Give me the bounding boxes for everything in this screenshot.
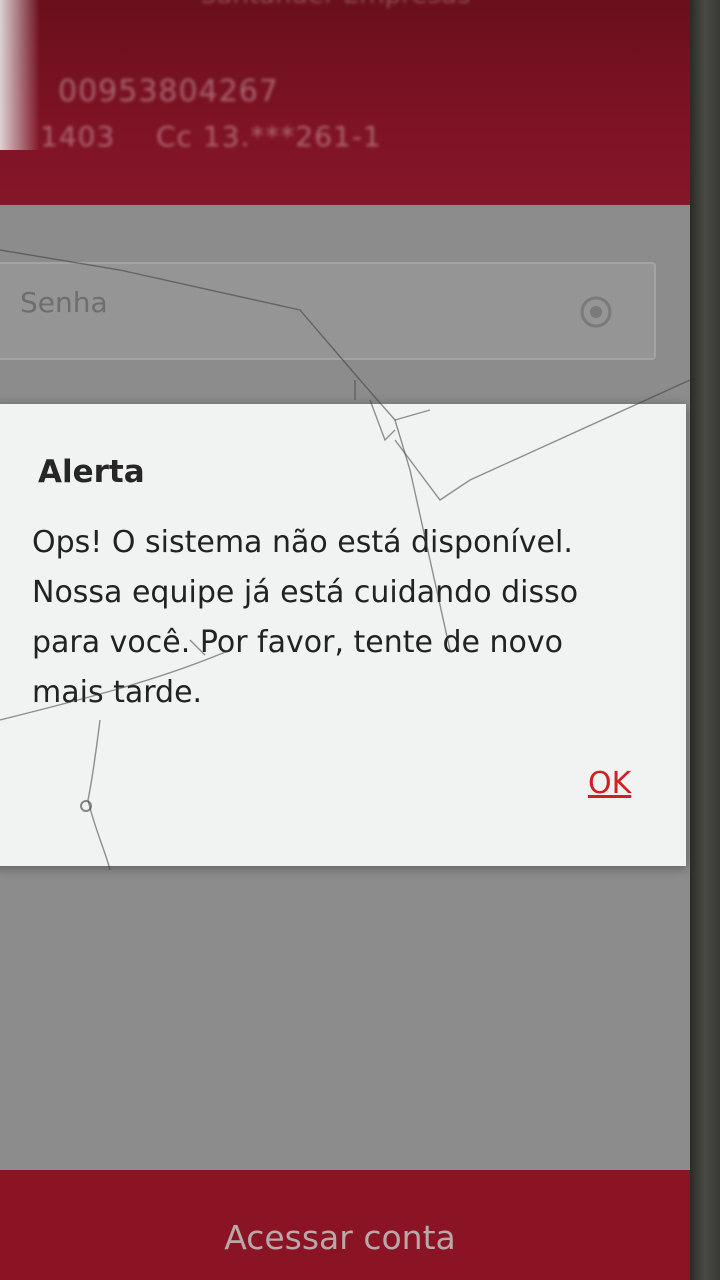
dialog-title: Alerta <box>38 454 145 490</box>
agency-number: 1403 <box>40 120 116 153</box>
account-number: Cc 13.***261-1 <box>156 120 382 153</box>
app-screen: Santander Empresas 00953804267 1403 Cc 1… <box>0 0 690 1280</box>
screen-glare <box>0 0 40 150</box>
account-header: Santander Empresas 00953804267 1403 Cc 1… <box>0 0 690 205</box>
ok-button[interactable]: OK <box>588 766 631 801</box>
dialog-message: Ops! O sistema não está disponível. Noss… <box>32 525 579 710</box>
device-frame-edge <box>690 0 720 1280</box>
eye-icon[interactable] <box>576 292 616 332</box>
account-id: 00953804267 <box>58 74 279 109</box>
password-placeholder: Senha <box>20 286 108 319</box>
brand-name: Santander Empresas <box>200 0 470 10</box>
access-account-label: Acessar conta <box>224 1218 456 1257</box>
